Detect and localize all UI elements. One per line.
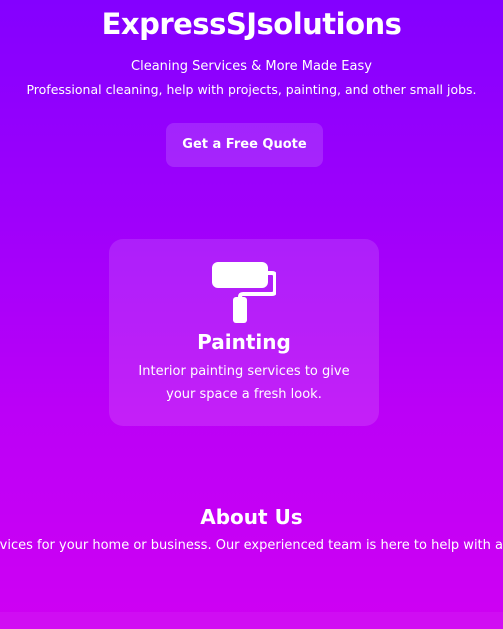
- hero-tagline: Cleaning Services & More Made Easy: [131, 59, 372, 74]
- site-title: ExpressSJsolutions: [101, 7, 402, 41]
- service-card-painting: Painting Interior painting services to g…: [109, 239, 379, 426]
- footer-band: [0, 612, 503, 629]
- service-description: Interior painting services to give your …: [138, 364, 350, 402]
- about-title: About Us: [200, 505, 303, 529]
- service-title: Painting: [197, 330, 291, 354]
- paint-roller-icon: [212, 260, 277, 324]
- hero-description: Professional cleaning, help with project…: [26, 82, 477, 97]
- about-text-container: ervices for your home or business. Our e…: [0, 537, 503, 557]
- get-quote-button[interactable]: Get a Free Quote: [166, 123, 323, 167]
- about-text: ervices for your home or business. Our e…: [0, 538, 503, 553]
